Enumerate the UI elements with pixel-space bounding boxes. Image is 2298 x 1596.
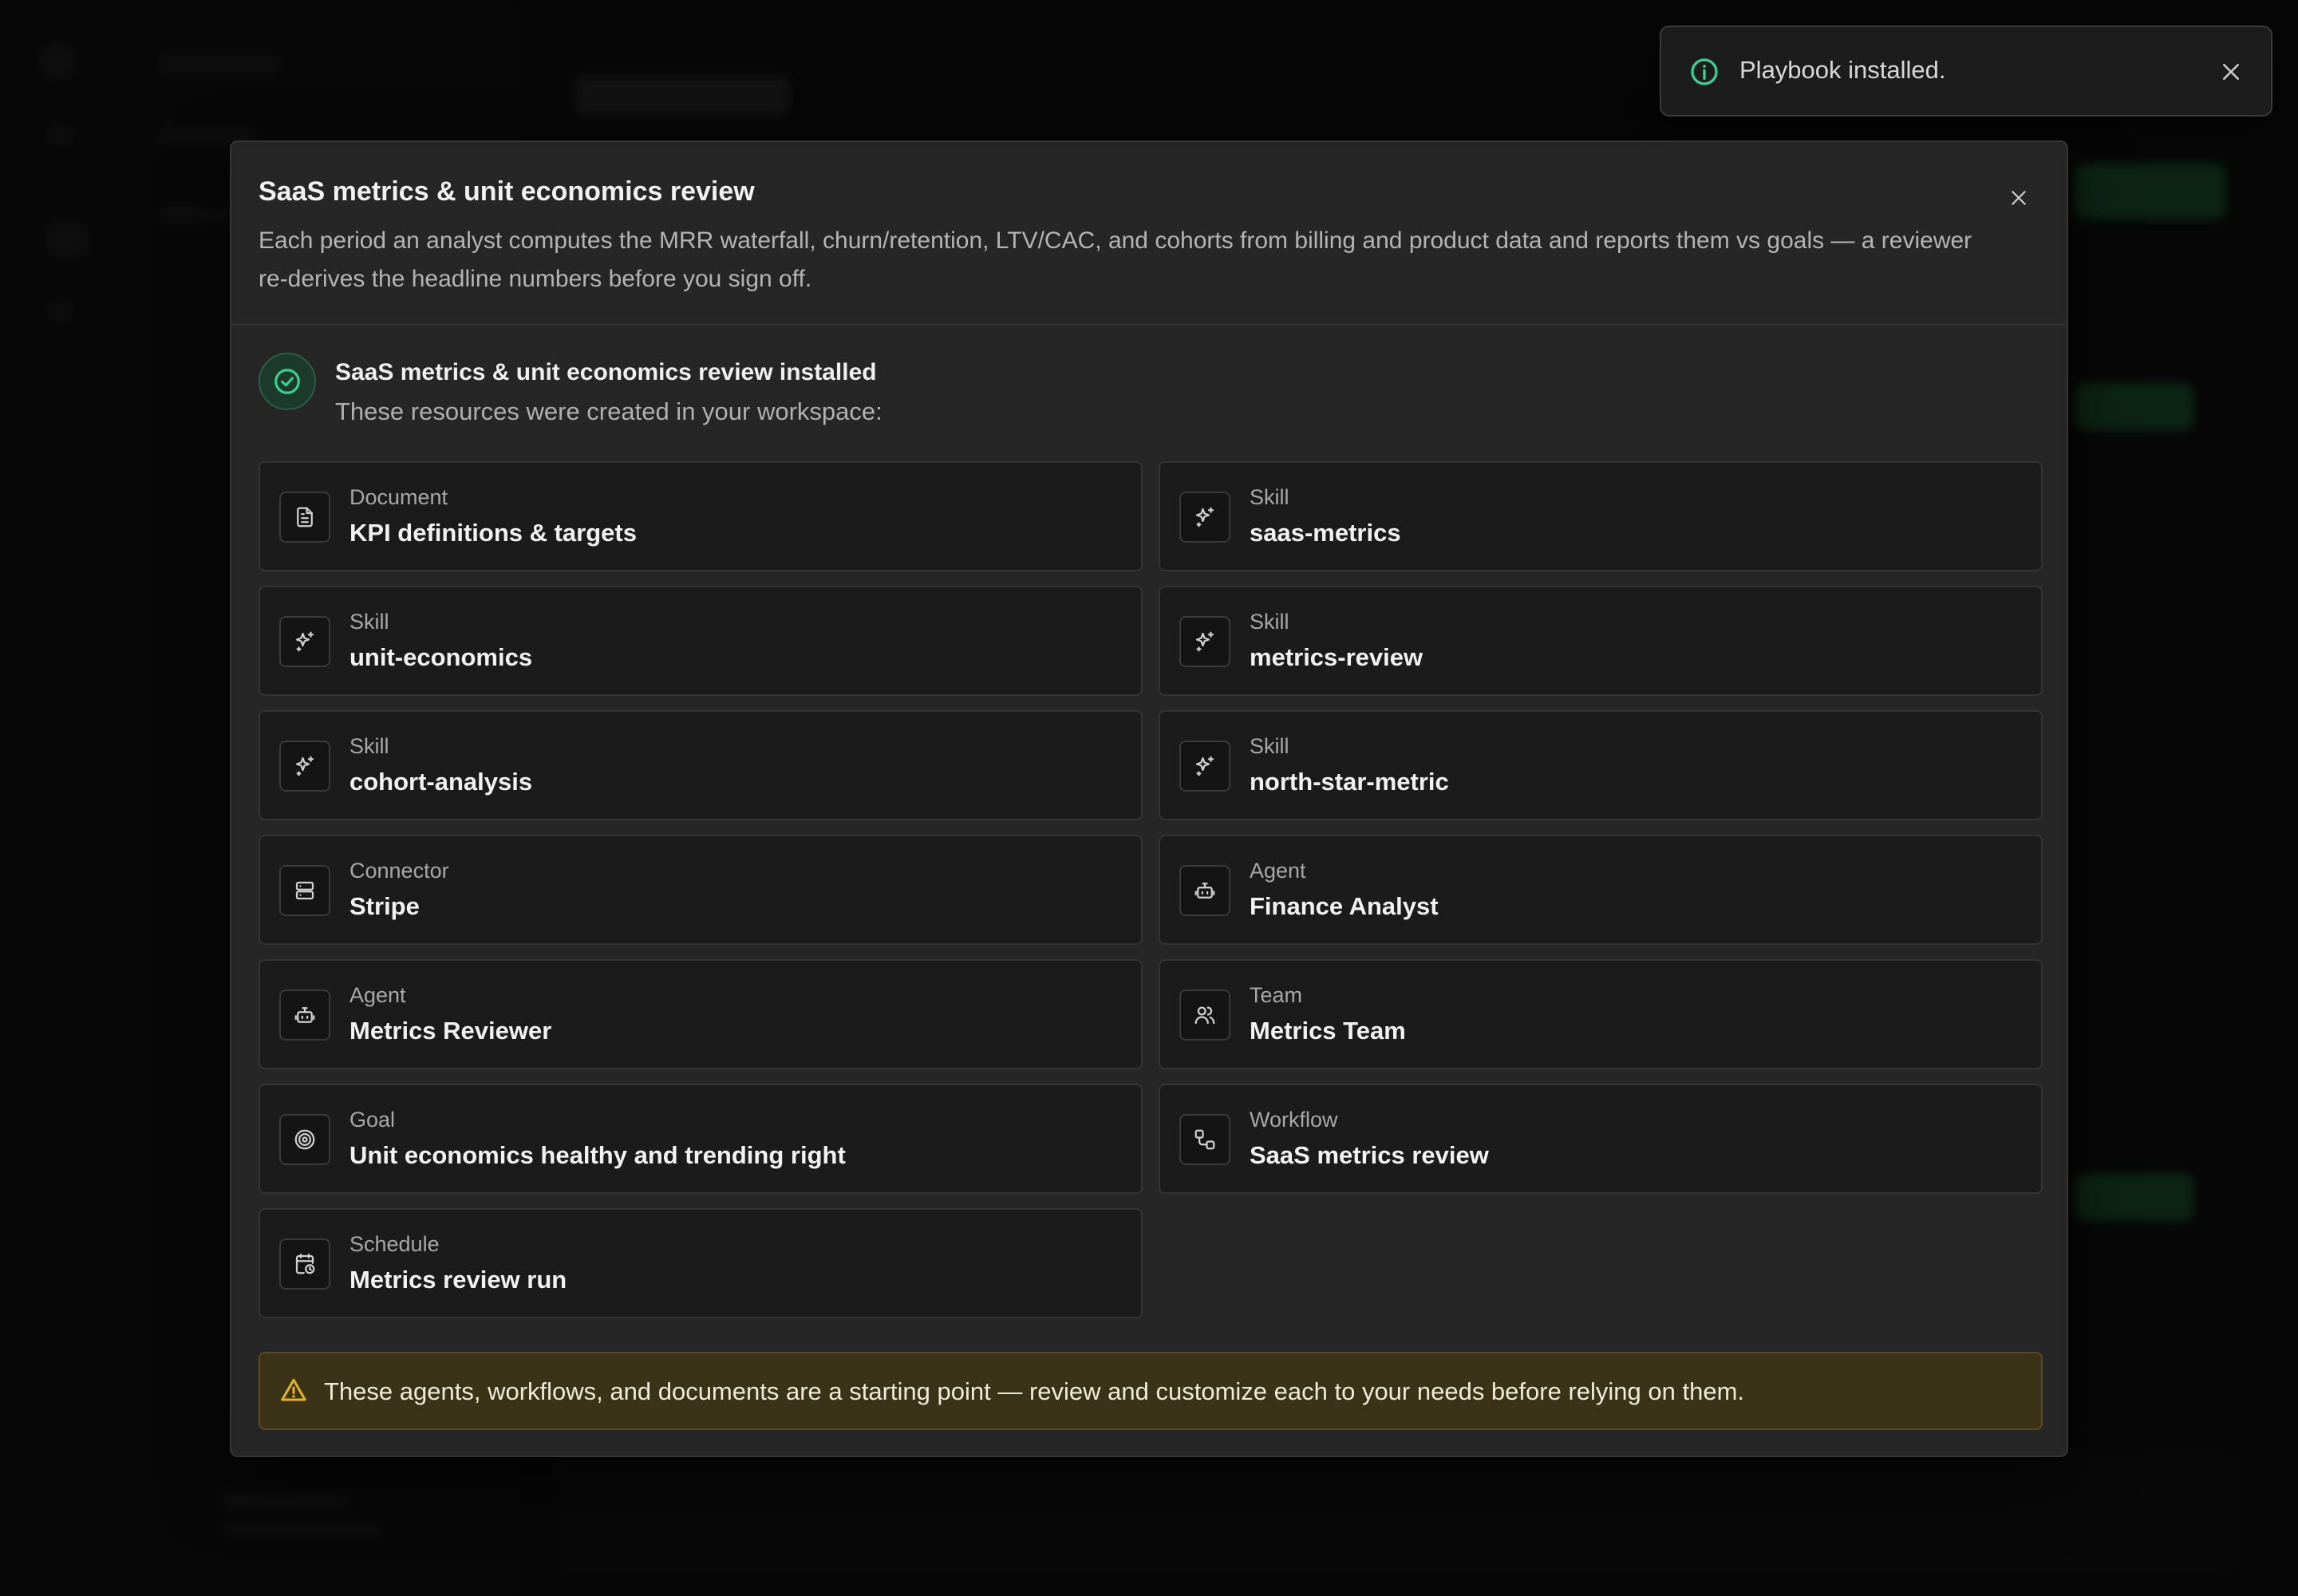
resource-type: Skill — [1250, 734, 1289, 758]
resource-card-skill[interactable]: Skill saas-metrics — [1159, 461, 2043, 571]
close-icon — [2012, 191, 2026, 205]
resource-name: cohort-analysis — [349, 768, 533, 796]
resource-card-skill[interactable]: Skill unit-economics — [259, 586, 1143, 696]
document-icon — [279, 492, 330, 543]
check-circle-icon — [259, 353, 316, 410]
resource-type: Workflow — [1250, 1108, 1338, 1132]
sparkles-icon — [1179, 616, 1230, 667]
resource-card-agent[interactable]: Agent Finance Analyst — [1159, 835, 2043, 945]
resource-card-document[interactable]: Document KPI definitions & targets — [259, 461, 1143, 571]
bot-icon — [1179, 865, 1230, 916]
resource-name: Metrics Team — [1250, 1017, 1406, 1045]
resource-grid: Document KPI definitions & targets Skill… — [259, 461, 2043, 1318]
resource-card-goal[interactable]: Goal Unit economics healthy and trending… — [259, 1084, 1143, 1194]
resource-name: Unit economics healthy and trending righ… — [349, 1141, 846, 1169]
resource-card-skill[interactable]: Skill cohort-analysis — [259, 710, 1143, 820]
dialog-close-button[interactable] — [2001, 180, 2036, 215]
resource-name: Metrics review run — [349, 1266, 567, 1294]
resource-card-team[interactable]: Team Metrics Team — [1159, 959, 2043, 1069]
resource-type: Skill — [349, 734, 389, 758]
installed-subtitle: These resources were created in your wor… — [335, 397, 882, 425]
resource-type: Skill — [349, 610, 389, 634]
sparkles-icon — [279, 616, 330, 667]
users-icon — [1179, 990, 1230, 1041]
calendar-clock-icon — [279, 1238, 330, 1290]
target-icon — [279, 1114, 330, 1165]
sparkles-icon — [1179, 741, 1230, 792]
dialog-title: SaaS metrics & unit economics review — [259, 176, 755, 207]
resource-name: Finance Analyst — [1250, 892, 1439, 920]
dialog-description: Each period an analyst computes the MRR … — [259, 227, 1972, 292]
sparkles-icon — [1179, 492, 1230, 543]
resource-name: Stripe — [349, 892, 420, 920]
resource-card-workflow[interactable]: Workflow SaaS metrics review — [1159, 1084, 2043, 1194]
warning-triangle-icon — [279, 1376, 308, 1404]
resource-name: unit-economics — [349, 643, 533, 671]
workflow-icon — [1179, 1114, 1230, 1165]
toast-notification: Playbook installed. — [1660, 26, 2272, 117]
resource-card-skill[interactable]: Skill metrics-review — [1159, 586, 2043, 696]
resource-type: Connector — [349, 859, 449, 883]
server-icon — [279, 865, 330, 916]
resource-name: SaaS metrics review — [1250, 1141, 1489, 1169]
installed-title: SaaS metrics & unit economics review ins… — [335, 359, 877, 385]
dialog-header: SaaS metrics & unit economics review Eac… — [231, 142, 2067, 326]
resource-card-agent[interactable]: Agent Metrics Reviewer — [259, 959, 1143, 1069]
resource-type: Schedule — [349, 1232, 440, 1256]
toast-message: Playbook installed. — [1739, 56, 1946, 84]
resource-card-connector[interactable]: Connector Stripe — [259, 835, 1143, 945]
bot-icon — [279, 990, 330, 1041]
resource-type: Skill — [1250, 610, 1289, 634]
resource-type: Team — [1250, 983, 1303, 1007]
resource-name: Metrics Reviewer — [349, 1017, 552, 1045]
resource-type: Agent — [349, 983, 406, 1007]
resource-type: Skill — [1250, 485, 1289, 509]
sparkles-icon — [279, 741, 330, 792]
resource-name: metrics-review — [1250, 643, 1423, 671]
resource-type: Goal — [349, 1108, 396, 1132]
resource-name: saas-metrics — [1250, 519, 1401, 547]
resource-card-skill[interactable]: Skill north-star-metric — [1159, 710, 2043, 820]
resource-name: north-star-metric — [1250, 768, 1449, 796]
resource-type: Document — [349, 485, 448, 509]
playbook-installed-dialog: SaaS metrics & unit economics review Eac… — [230, 140, 2068, 1457]
resource-name: KPI definitions & targets — [349, 519, 637, 547]
warning-banner: These agents, workflows, and documents a… — [259, 1352, 2043, 1430]
warning-text: These agents, workflows, and documents a… — [324, 1377, 1745, 1405]
toast-close-button[interactable] — [2215, 56, 2247, 88]
close-icon — [2223, 64, 2239, 80]
resource-type: Agent — [1250, 859, 1306, 883]
resource-card-schedule[interactable]: Schedule Metrics review run — [259, 1208, 1143, 1318]
info-icon — [1688, 56, 1720, 88]
installed-summary: SaaS metrics & unit economics review ins… — [231, 326, 2067, 453]
